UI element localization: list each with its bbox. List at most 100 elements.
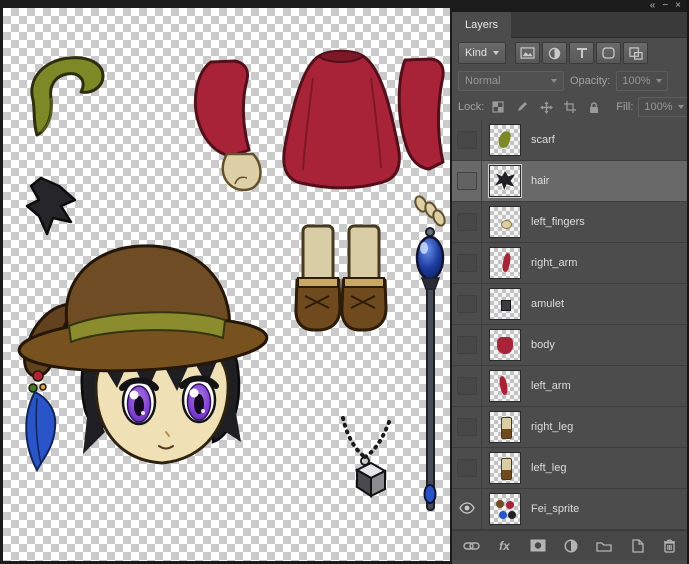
layer-row-left-arm[interactable]: left_arm [452, 366, 689, 407]
lock-position-icon[interactable] [537, 98, 555, 116]
lock-fill-row: Lock: Fill: 100% [452, 94, 689, 120]
eye-icon [459, 502, 475, 517]
pixel-layer-filter-icon[interactable] [515, 42, 540, 64]
document-canvas[interactable] [3, 8, 450, 561]
shape-layer-filter-icon[interactable] [596, 42, 621, 64]
visibility-box [457, 213, 477, 231]
chevron-down-icon [656, 79, 662, 83]
visibility-box [457, 295, 477, 313]
layer-name[interactable]: right_leg [531, 421, 573, 433]
panel-tab-bar: Layers [452, 12, 689, 38]
minimize-icon[interactable]: − [662, 1, 668, 11]
add-layer-mask-icon[interactable] [529, 537, 547, 555]
chevron-down-icon [551, 79, 557, 83]
lock-label: Lock: [458, 101, 484, 113]
layer-name[interactable]: left_leg [531, 462, 566, 474]
left-fingers-part [413, 195, 447, 228]
lock-image-pixels-icon[interactable] [513, 98, 531, 116]
lock-artboard-icon[interactable] [561, 98, 579, 116]
opacity-value-dropdown[interactable]: 100% [616, 71, 667, 91]
left-arm-part [195, 61, 260, 190]
visibility-box [457, 254, 477, 272]
visibility-toggle[interactable] [452, 407, 482, 447]
layer-thumbnail[interactable] [489, 411, 521, 443]
staff-part [417, 228, 443, 510]
layer-filter-row: Kind [452, 38, 689, 68]
visibility-toggle[interactable] [452, 489, 482, 529]
sprite-canvas-art [3, 8, 450, 561]
visibility-toggle[interactable] [452, 161, 482, 201]
layer-name[interactable]: hair [531, 175, 549, 187]
layer-thumbnail[interactable] [489, 165, 521, 197]
blend-opacity-row: Normal Opacity: 100% [452, 68, 689, 94]
blend-mode-value: Normal [465, 75, 500, 87]
layer-row-amulet[interactable]: amulet [452, 284, 689, 325]
lock-all-icon[interactable] [585, 98, 603, 116]
visibility-toggle[interactable] [452, 202, 482, 242]
visibility-box [457, 377, 477, 395]
layer-thumbnail[interactable] [489, 288, 521, 320]
kind-filter-label: Kind [465, 47, 487, 59]
filter-buttons [515, 42, 648, 64]
visibility-toggle[interactable] [452, 120, 482, 160]
hair-tuft-part [27, 178, 75, 234]
fill-label: Fill: [616, 101, 633, 113]
layer-row-fei-sprite[interactable]: Fei_sprite [452, 489, 689, 530]
opacity-label: Opacity: [570, 75, 610, 87]
tab-layers[interactable]: Layers [452, 12, 511, 38]
layer-thumbnail[interactable] [489, 247, 521, 279]
smart-object-filter-icon[interactable] [623, 42, 648, 64]
layer-thumbnail[interactable] [489, 370, 521, 402]
layer-thumbnail[interactable] [489, 329, 521, 361]
fill-value: 100% [644, 101, 672, 113]
type-layer-filter-icon[interactable] [569, 42, 594, 64]
layer-row-left-fingers[interactable]: left_fingers [452, 202, 689, 243]
layer-name[interactable]: amulet [531, 298, 564, 310]
visibility-toggle[interactable] [452, 284, 482, 324]
layer-name[interactable]: left_arm [531, 380, 571, 392]
layer-name[interactable]: body [531, 339, 555, 351]
layer-row-right-arm[interactable]: right_arm [452, 243, 689, 284]
layer-name[interactable]: Fei_sprite [531, 503, 579, 515]
blend-mode-dropdown[interactable]: Normal [458, 71, 564, 91]
layer-name[interactable]: left_fingers [531, 216, 585, 228]
scarf-part [32, 58, 103, 135]
kind-filter-dropdown[interactable]: Kind [458, 42, 506, 64]
visibility-toggle[interactable] [452, 366, 482, 406]
visibility-box [457, 336, 477, 354]
layer-name[interactable]: scarf [531, 134, 555, 146]
close-icon[interactable]: × [675, 1, 681, 11]
new-group-icon[interactable] [595, 537, 613, 555]
layer-row-right-leg[interactable]: right_leg [452, 407, 689, 448]
visibility-box [457, 459, 477, 477]
layer-thumbnail[interactable] [489, 493, 521, 525]
right-arm-part [399, 59, 443, 169]
opacity-value: 100% [622, 75, 650, 87]
layer-name[interactable]: right_arm [531, 257, 577, 269]
layers-list: scarf hair left_fingers right_arm am [452, 120, 689, 530]
visibility-toggle[interactable] [452, 325, 482, 365]
layer-row-body[interactable]: body [452, 325, 689, 366]
lock-buttons [489, 98, 603, 116]
visibility-box [457, 131, 477, 149]
layer-thumbnail[interactable] [489, 206, 521, 238]
fill-value-dropdown[interactable]: 100% [638, 97, 689, 117]
new-adjustment-layer-icon[interactable] [562, 537, 580, 555]
adjustment-layer-filter-icon[interactable] [542, 42, 567, 64]
layer-thumbnail[interactable] [489, 452, 521, 484]
layer-style-fx-icon[interactable]: fx [496, 537, 514, 555]
layer-row-hair[interactable]: hair [452, 161, 689, 202]
layer-row-scarf[interactable]: scarf [452, 120, 689, 161]
panel-window-bar: « − × [452, 0, 689, 12]
visibility-toggle[interactable] [452, 243, 482, 283]
new-layer-icon[interactable] [628, 537, 646, 555]
body-part [284, 51, 400, 188]
visibility-toggle[interactable] [452, 448, 482, 488]
chevron-down-icon [493, 51, 499, 55]
delete-layer-icon[interactable] [661, 537, 679, 555]
collapse-panels-icon[interactable]: « [650, 1, 656, 11]
layer-thumbnail[interactable] [489, 124, 521, 156]
lock-transparent-pixels-icon[interactable] [489, 98, 507, 116]
layer-row-left-leg[interactable]: left_leg [452, 448, 689, 489]
link-layers-icon[interactable] [463, 537, 481, 555]
